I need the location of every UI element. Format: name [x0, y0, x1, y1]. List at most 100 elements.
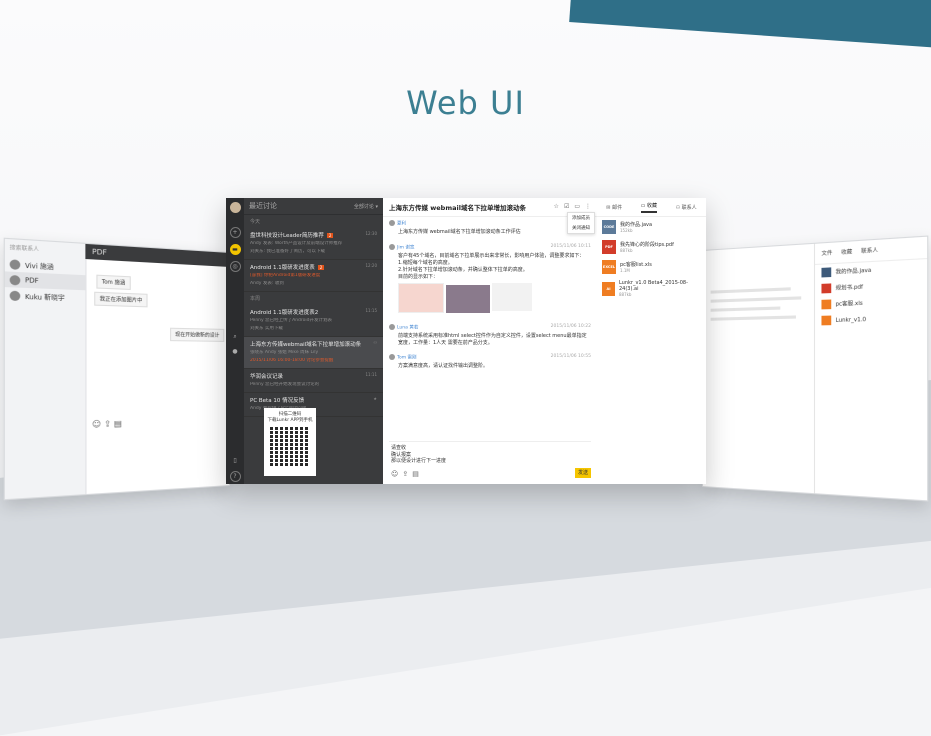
avatar [10, 290, 21, 300]
checklist-icon[interactable]: ☑ [564, 203, 569, 210]
conversation-preview: Penny 您已经上传了Android开发计划表 [250, 318, 377, 324]
file-item[interactable]: AI Lunkr_v1.0 Beta4_2015-08-24(3).ai 887k… [597, 277, 706, 300]
file-item[interactable]: PDF 我先锋心的阶段tips.pdf 887kb [597, 237, 706, 257]
file-size: 887kb [619, 292, 701, 297]
list-item[interactable]: Android 1.1版研发进度表 2 12:20 [@我] 你把Android第1… [244, 260, 383, 292]
chat-panel: 上海东方传媒 webmail域名下拉单增加滚动条 ☆ ☑ ▭ ⋮ 添加成员 关闭… [383, 198, 598, 484]
tab[interactable]: 收藏 [841, 248, 852, 256]
help-icon[interactable]: ? [230, 471, 241, 482]
timestamp: 12:30 [365, 231, 377, 239]
tab-label: 联系人 [682, 205, 697, 211]
emoji-icon[interactable]: ☺ [391, 470, 398, 478]
phone-icon[interactable]: ▯ [231, 456, 240, 465]
pdf-file-icon: PDF [602, 240, 616, 254]
image-thumbnail[interactable] [446, 285, 490, 313]
upload-icon[interactable]: ⇪ [402, 470, 408, 478]
conversation-members: 张晓东 Andy 张姐 Mike 周妹 Lily [250, 350, 377, 356]
contact-name: Kuku 靳晓宇 [25, 291, 65, 302]
send-button[interactable]: 发送 [575, 468, 591, 478]
group-label: 本周 [244, 292, 383, 305]
meeting-reminder: 2015/11/06 16:00-18:00 讨论参会提醒 [250, 358, 377, 364]
file-name: pc客服list.xls [620, 261, 652, 268]
tab-bar: ✉ 邮件 ▭ 收藏 ⚇ 联系人 [597, 198, 706, 217]
ai-file-icon: AI [602, 282, 615, 296]
contact-name: PDF [25, 276, 39, 284]
add-icon[interactable]: + [230, 227, 241, 238]
right-preview-pane: 文件 收藏 联系人 我的作品.java 规划书.pdf pc客服.xls Lun… [814, 237, 927, 501]
list-item[interactable]: Android 1.1版研发进度表2 11:15 Penny 您已经上传了Andr… [244, 305, 383, 337]
tab-favorites[interactable]: ▭ 收藏 [641, 202, 657, 213]
message-body: 客户有45个域名，目前域名下拉单展示出来非常长，影响用户体验，调整要求如下： 1… [398, 253, 591, 281]
file-name: Lunkr_v1.0 [836, 316, 866, 323]
avatar [389, 244, 395, 250]
code-file-icon: CODE [602, 220, 616, 234]
composer-toolbar: ☺ ⇪ ▤ [391, 470, 419, 478]
avatar [389, 220, 395, 226]
image-attachments [389, 281, 591, 315]
composer-text[interactable]: 请查收 确认报案 那以便设计进行下一进度 [389, 442, 591, 468]
contact-icon[interactable]: ⚇ [373, 340, 377, 348]
conversation-title: 盘世科技设计Leader简历推荐 [250, 233, 324, 239]
right-preview-window: 文件 收藏 联系人 我的作品.java 规划书.pdf pc客服.xls Lun… [702, 235, 928, 501]
text-line [711, 287, 791, 293]
contacts-icon[interactable]: ◎ [230, 261, 241, 272]
group-label: 今天 [244, 215, 383, 228]
list-item[interactable]: 盘世科技设计Leader简历推荐 2 12:30 Andy 发表: Worth产品设… [244, 228, 383, 260]
list-item[interactable]: 华润会议记录 11:11 Penny 您已经开始发现会议讨论的 [244, 369, 383, 393]
tab[interactable]: 文件 [821, 249, 832, 257]
image-thumbnail[interactable] [492, 283, 532, 311]
comment-icon[interactable]: ▭ [574, 203, 580, 210]
qr-caption: 下载Lunkr APP到手机 [264, 417, 316, 423]
list-item-selected[interactable]: 上海东方传媒webmail域名下拉单增加滚动条 ⚇ 张晓东 Andy 张姐 Mik… [244, 337, 383, 369]
conversation-preview: Andy 发表: 收到 [250, 281, 377, 287]
conversation-title: 上海东方传媒webmail域名下拉单增加滚动条 [250, 340, 361, 348]
sender-name: Jim 谢宽 [397, 246, 414, 251]
message-composer[interactable]: 请查收 确认报案 那以便设计进行下一进度 ☺ ⇪ ▤ 发送 [389, 441, 591, 480]
avatar[interactable] [230, 202, 241, 213]
avatar [389, 324, 395, 330]
file-name: 规划书.pdf [836, 283, 863, 292]
search-icon[interactable]: ⌕ [231, 332, 240, 341]
conversation-preview: 刘关东: 我已准备好了简历，可以下载 [250, 249, 377, 255]
chat-message: Tom 雷刚 2015/11/06 10:55 方案满意度高，请认证找件输出调整阶… [389, 354, 591, 370]
unread-badge: 2 [318, 265, 325, 270]
filter-dropdown[interactable]: 全部讨论 ▾ [354, 203, 378, 210]
message-line: 前端支持系统采用标准html select控件作为自定义控件，设置select … [398, 333, 591, 340]
message-body: 方案满意度高，请认证找件输出调整阶。 [398, 363, 591, 370]
tab-mail[interactable]: ✉ 邮件 [606, 204, 622, 211]
chat-message: 夏利 上海东方传媒 webmail域名下拉单增加滚动条工作评估 [389, 220, 591, 236]
more-icon[interactable]: ⋮ [585, 203, 591, 210]
composer-line: 那以便设计进行下一进度 [391, 458, 589, 465]
timestamp: 2015/11/06 10:11 [551, 244, 591, 251]
file-item[interactable]: CODE 我的作品.java 152kb [597, 217, 706, 237]
list-item[interactable]: Kuku 靳晓宇 [5, 287, 86, 305]
image-thumbnail[interactable] [398, 283, 444, 313]
chat-toolbar: ☆ ☑ ▭ ⋮ [554, 203, 591, 210]
message-line: 目前的显示如下： [398, 274, 591, 281]
tab[interactable]: 联系人 [861, 246, 878, 255]
qr-code [270, 426, 310, 466]
file-item[interactable]: Lunkr_v1.0 [815, 310, 927, 329]
file-icon [821, 299, 831, 309]
conversation-title: Android 1.1版研发进度表 [250, 265, 315, 271]
file-icon [821, 267, 831, 277]
sender-name: 夏利 [397, 222, 406, 227]
chat-icon[interactable]: ▬ [230, 244, 241, 255]
file-icon [821, 316, 831, 326]
message-line: 宽度，工作量：1人天 需要在前产品分支。 [398, 340, 591, 347]
file-name: 我先锋心的阶段tips.pdf [620, 241, 674, 248]
image-icon[interactable]: ▤ [412, 470, 419, 478]
message-icon[interactable]: ● [231, 347, 240, 356]
chat-message: 我正在添加图片中 [94, 292, 147, 308]
compose-toolbar: ☺ ⇪ ▤ [92, 419, 122, 429]
chat-message: Luna 黄若 2015/11/06 10:22 前端支持系统采用标准html s… [389, 324, 591, 347]
qr-code-popup: 扫描二维码 下载Lunkr APP到手机 [264, 408, 316, 476]
file-item[interactable]: EXCEL pc客服list.xls 1.1M [597, 257, 706, 277]
file-size: 887kb [620, 248, 674, 253]
timestamp: 12:20 [365, 263, 377, 271]
tab-contacts[interactable]: ⚇ 联系人 [676, 204, 697, 211]
chat-message: Jim 谢宽 2015/11/06 10:11 客户有45个域名，目前域名下拉单展… [389, 244, 591, 315]
star-icon[interactable]: ☆ [554, 203, 559, 210]
sender-name: Luna 黄若 [397, 326, 418, 331]
star-icon[interactable]: ★ [373, 396, 377, 404]
